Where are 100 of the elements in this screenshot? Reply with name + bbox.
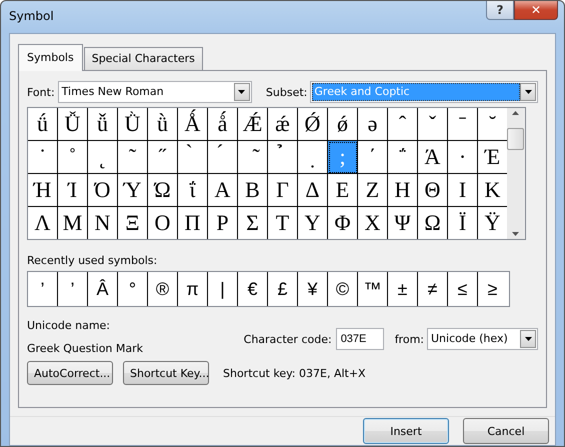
symbol-cell[interactable]: Ω	[418, 207, 448, 239]
symbol-cell[interactable]: Υ	[298, 207, 328, 239]
symbol-cell[interactable]: Φ	[328, 207, 358, 239]
symbol-cell[interactable]: Ρ	[208, 207, 238, 239]
tab[interactable]: Symbols	[18, 44, 83, 71]
symbol-cell[interactable]: Ί	[58, 174, 88, 207]
recent-symbol-cell[interactable]: ©	[328, 272, 358, 306]
symbol-cell[interactable]: Ψ	[388, 207, 418, 239]
symbol-cell[interactable]: ǘ	[28, 108, 58, 141]
symbol-cell[interactable]: ΄	[358, 141, 388, 174]
scroll-thumb[interactable]	[507, 128, 524, 150]
symbol-cell[interactable]: ˚	[58, 141, 88, 174]
unicode-name-label: Unicode name:	[27, 319, 112, 332]
symbol-cell[interactable]: ̃	[238, 141, 268, 174]
recent-symbol-cell[interactable]: ’	[58, 272, 88, 306]
symbol-cell[interactable]: Ǽ	[238, 108, 268, 141]
font-label: Font:	[27, 86, 55, 98]
symbol-cell[interactable]: Ο	[148, 207, 178, 239]
help-button[interactable]: ?	[486, 1, 514, 20]
recent-symbol-cell[interactable]: °	[118, 272, 148, 306]
recent-symbol-cell[interactable]: ±	[388, 272, 418, 306]
recent-label: Recently used symbols:	[27, 254, 158, 267]
character-code-field[interactable]: 037E	[336, 328, 384, 350]
unicode-name: Greek Question Mark	[27, 342, 144, 355]
from-dropdown[interactable]: Unicode (hex)	[427, 328, 538, 350]
recent-symbol-cell[interactable]: ®	[148, 272, 178, 306]
symbol-cell[interactable]: Ά	[418, 141, 448, 174]
font-dropdown[interactable]: Times New Roman	[58, 81, 252, 103]
window-title: Symbol	[9, 9, 54, 23]
symbol-cell[interactable]: Ι	[448, 174, 478, 207]
recent-symbol-cell[interactable]: ≥	[478, 272, 507, 306]
symbol-cell[interactable]: ˉ	[448, 108, 478, 141]
close-button[interactable]: ✕	[514, 1, 558, 20]
symbol-cell[interactable]: ΅	[388, 141, 418, 174]
symbol-cell[interactable]: Γ	[268, 174, 298, 207]
recent-symbol-cell[interactable]: ™	[358, 272, 388, 306]
symbol-cell[interactable]: ΐ	[178, 174, 208, 207]
symbol-cell[interactable]: ̉	[268, 141, 298, 174]
symbol-cell[interactable]: Η	[388, 174, 418, 207]
symbol-cell[interactable]: ́	[208, 141, 238, 174]
symbol-cell[interactable]: ˝	[148, 141, 178, 174]
symbol-cell[interactable]: Ή	[28, 174, 58, 207]
symbol-cell[interactable]: Ǿ	[298, 108, 328, 141]
symbol-cell[interactable]: ˛	[88, 141, 118, 174]
dialog-button[interactable]: Shortcut Key...	[123, 361, 209, 385]
symbol-cell[interactable]: Σ	[238, 207, 268, 239]
symbol-cell[interactable]: ̀	[178, 141, 208, 174]
insert-button[interactable]: Insert	[363, 418, 449, 444]
symbol-cell[interactable]: Π	[178, 207, 208, 239]
symbol-cell[interactable]: Ǜ	[118, 108, 148, 141]
symbol-cell[interactable]: Ύ	[118, 174, 148, 207]
symbol-cell[interactable]: ˜	[118, 141, 148, 174]
symbol-cell[interactable]: ˆ	[388, 108, 418, 141]
symbol-cell[interactable]: Χ	[358, 207, 388, 239]
dialog-button[interactable]: AutoCorrect...	[27, 361, 113, 385]
tab[interactable]: Special Characters	[84, 47, 203, 70]
symbol-cell[interactable]: ˙	[28, 141, 58, 174]
symbol-cell[interactable]: Ϊ	[448, 207, 478, 239]
recent-symbol-cell[interactable]: €	[238, 272, 268, 306]
symbol-cell[interactable]: Ϋ	[478, 207, 507, 239]
symbol-cell[interactable]: ǻ	[208, 108, 238, 141]
scroll-down-icon[interactable]	[512, 232, 519, 236]
symbol-cell[interactable]: Δ	[298, 174, 328, 207]
from-label: from:	[394, 332, 424, 346]
symbol-cell[interactable]: Τ	[268, 207, 298, 239]
symbol-cell[interactable]: Ν	[88, 207, 118, 239]
shortcut-key-text: Shortcut key: 037E, Alt+X	[223, 366, 366, 380]
recent-symbol-cell[interactable]: Â	[88, 272, 118, 306]
symbol-cell[interactable]: Β	[238, 174, 268, 207]
symbol-cell[interactable]: ǚ	[88, 108, 118, 141]
symbol-cell[interactable]: Ζ	[358, 174, 388, 207]
symbol-cell[interactable]: Ό	[88, 174, 118, 207]
symbol-cell[interactable]: Μ	[58, 207, 88, 239]
recent-symbol-cell[interactable]: ’	[28, 272, 58, 306]
symbol-cell[interactable]: Ε	[328, 174, 358, 207]
scrollbar[interactable]	[507, 108, 524, 239]
recent-symbol-cell[interactable]: ¥	[298, 272, 328, 306]
recent-symbol-cell[interactable]: £	[268, 272, 298, 306]
dropdown-arrow-icon	[524, 90, 532, 94]
symbol-cell[interactable]: ə	[358, 108, 388, 141]
recent-symbol-cell[interactable]: ≤	[448, 272, 478, 306]
recent-symbol-cell[interactable]: ≠	[418, 272, 448, 306]
recent-symbol-cell[interactable]: π	[178, 272, 208, 306]
symbol-cell[interactable]: ·	[448, 141, 478, 174]
recent-symbol-cell[interactable]: |	[208, 272, 238, 306]
character-code-label: Character code:	[244, 332, 332, 346]
scroll-up-icon[interactable]	[512, 111, 519, 115]
symbol-cell[interactable]: Ǻ	[178, 108, 208, 141]
cancel-button[interactable]: Cancel	[463, 418, 549, 444]
symbol-cell[interactable]: Ǚ	[58, 108, 88, 141]
symbol-cell[interactable]: ǽ	[268, 108, 298, 141]
dropdown-arrow-icon	[524, 337, 532, 341]
symbol-cell[interactable]: Ξ	[118, 207, 148, 239]
symbol-cell[interactable]: Θ	[418, 174, 448, 207]
symbol-cell[interactable]: ǜ	[148, 108, 178, 141]
symbol-cell[interactable]: Α	[208, 174, 238, 207]
symbol-cell[interactable]: ˇ	[418, 108, 448, 141]
symbol-cell[interactable]: Λ	[28, 207, 58, 239]
symbol-cell[interactable]: Ώ	[148, 174, 178, 207]
subset-label: Subset:	[266, 86, 308, 98]
